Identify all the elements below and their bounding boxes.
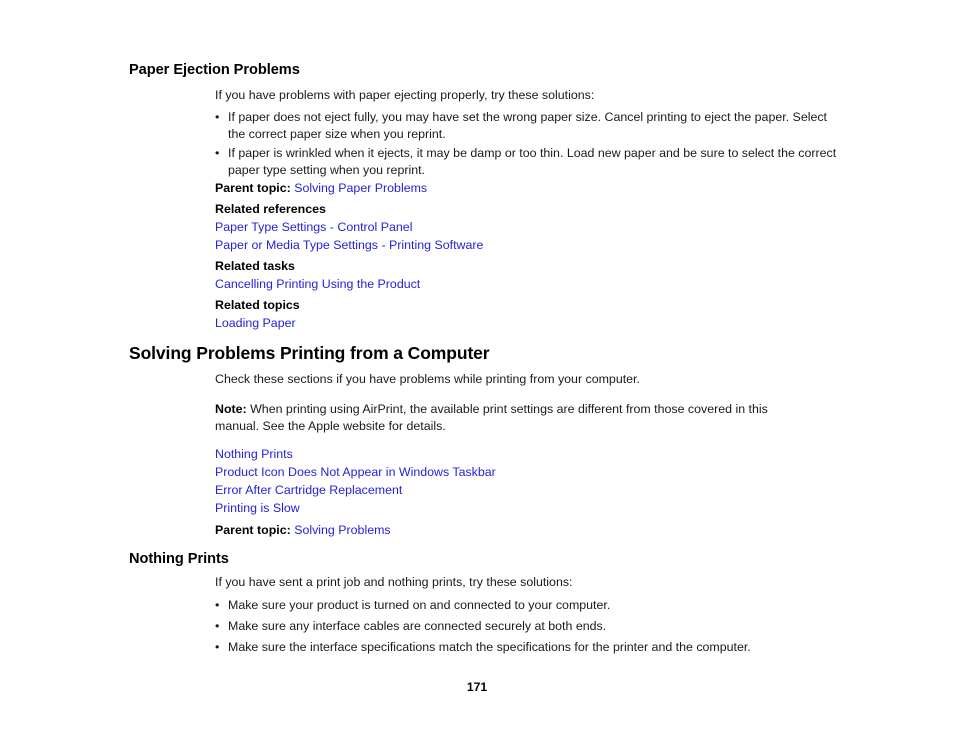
- paper-ejection-intro-paragraph: If you have problems with paper ejecting…: [215, 88, 595, 102]
- related-topics-label: Related topics: [215, 298, 300, 312]
- solving-printing-intro-paragraph: Check these sections if you have problem…: [215, 372, 640, 386]
- parent-topic-link-solving-paper-problems[interactable]: Solving Paper Problems: [294, 181, 427, 195]
- note-text: When printing using AirPrint, the availa…: [215, 402, 768, 433]
- list-item-text: Make sure your product is turned on and …: [228, 598, 611, 612]
- airprint-note-paragraph: Note: When printing using AirPrint, the …: [215, 401, 815, 434]
- list-item-text: If paper is wrinkled when it ejects, it …: [228, 146, 837, 177]
- list-item: • If paper is wrinkled when it ejects, i…: [215, 145, 837, 178]
- list-item: • Make sure the interface specifications…: [215, 639, 845, 656]
- list-item: • Make sure any interface cables are con…: [215, 618, 845, 635]
- bullet-icon: •: [215, 640, 220, 654]
- link-paper-or-media-type-settings-printing-software[interactable]: Paper or Media Type Settings - Printing …: [215, 237, 483, 254]
- parent-topic-row: Parent topic: Solving Paper Problems: [215, 180, 427, 197]
- link-loading-paper[interactable]: Loading Paper: [215, 315, 296, 332]
- parent-topic-label: Parent topic:: [215, 523, 291, 537]
- link-nothing-prints[interactable]: Nothing Prints: [215, 446, 293, 463]
- heading-nothing-prints: Nothing Prints: [129, 551, 229, 567]
- note-label: Note:: [215, 402, 247, 416]
- nothing-prints-intro-paragraph: If you have sent a print job and nothing…: [215, 575, 573, 589]
- related-tasks-label: Related tasks: [215, 259, 295, 273]
- list-item-text: Make sure the interface specifications m…: [228, 640, 751, 654]
- bullet-icon: •: [215, 598, 220, 612]
- list-item: • If paper does not eject fully, you may…: [215, 109, 837, 142]
- link-paper-type-settings-control-panel[interactable]: Paper Type Settings - Control Panel: [215, 219, 412, 236]
- parent-topic-label: Parent topic:: [215, 181, 291, 195]
- link-product-icon-does-not-appear-in-windows-taskbar[interactable]: Product Icon Does Not Appear in Windows …: [215, 464, 496, 481]
- link-error-after-cartridge-replacement[interactable]: Error After Cartridge Replacement: [215, 482, 402, 499]
- heading-paper-ejection-problems: Paper Ejection Problems: [129, 62, 300, 78]
- link-cancelling-printing-using-the-product[interactable]: Cancelling Printing Using the Product: [215, 276, 420, 293]
- link-printing-is-slow[interactable]: Printing is Slow: [215, 500, 300, 517]
- related-references-label: Related references: [215, 202, 326, 216]
- list-item: • Make sure your product is turned on an…: [215, 597, 845, 614]
- heading-solving-problems-printing-from-a-computer: Solving Problems Printing from a Compute…: [129, 343, 490, 363]
- bullet-icon: •: [215, 619, 220, 633]
- parent-topic-link-solving-problems[interactable]: Solving Problems: [294, 523, 390, 537]
- document-page: Paper Ejection Problems If you have prob…: [0, 0, 954, 738]
- bullet-icon: •: [215, 146, 220, 160]
- bullet-icon: •: [215, 110, 220, 124]
- page-number: 171: [466, 680, 488, 694]
- list-item-text: If paper does not eject fully, you may h…: [228, 110, 827, 141]
- list-item-text: Make sure any interface cables are conne…: [228, 619, 607, 633]
- parent-topic-row: Parent topic: Solving Problems: [215, 522, 391, 539]
